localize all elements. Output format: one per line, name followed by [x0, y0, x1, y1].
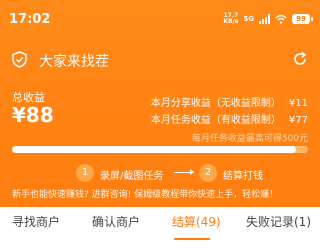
step-arrow-icon — [174, 169, 194, 175]
tab-find-merchant[interactable]: 寻找商户 — [12, 213, 60, 230]
cellular-signal-icon — [259, 14, 270, 24]
status-time: 17:02 — [9, 12, 51, 27]
total-earnings-value: ¥88 — [12, 103, 54, 127]
share-earnings-row: 本月分享收益（无收益限制） ¥11 — [151, 94, 308, 109]
network-speed-unit: KB/s — [223, 18, 239, 25]
step-1-number: 1 — [76, 164, 94, 182]
tab-confirm-merchant[interactable]: 确认商户 — [92, 213, 140, 230]
tab-bar: 寻找商户 确认商户 结算(49) 失败记录(1) — [0, 207, 320, 251]
task-earnings-value: ¥77 — [288, 115, 308, 126]
shield-check-icon — [12, 51, 27, 68]
task-earnings-row: 本月任务收益（有收益限制） ¥77 — [151, 111, 308, 126]
monthly-cap-note: 每月任务收益最高可得500元 — [191, 134, 308, 144]
header-panel: 17:02 17.7 KB/s 5G 99 大家来找茬 总收益 ¥88 本月分享… — [0, 0, 320, 207]
page-title: 大家来找茬 — [39, 54, 109, 70]
active-tab-indicator — [174, 238, 210, 240]
network-speed: 17.7 KB/s — [223, 13, 238, 25]
step-2-label: 结算打钱 — [223, 171, 263, 182]
earnings-progress-fill — [12, 146, 297, 153]
earnings-progress-bar — [12, 146, 308, 153]
share-earnings-label: 本月分享收益（无收益限制） — [150, 98, 281, 109]
battery-icon: 99 — [292, 14, 313, 24]
tab-settlement[interactable]: 结算(49) — [172, 213, 221, 230]
steps-row: 1 录屏/截图任务 2 结算打钱 — [0, 164, 320, 184]
title-row: 大家来找茬 — [12, 50, 308, 70]
promo-marquee[interactable]: 新手也能快速赚钱? 进群咨询! 保姆级教程带你快速上手，轻松赚！ — [12, 187, 278, 200]
tab-failed-records[interactable]: 失败记录(1) — [246, 213, 311, 230]
wifi-icon — [275, 14, 287, 24]
refresh-icon[interactable] — [292, 51, 308, 67]
step-2-number: 2 — [199, 164, 217, 182]
network-type: 5G — [243, 15, 254, 23]
share-earnings-value: ¥11 — [288, 98, 308, 109]
step-1-label: 录屏/截图任务 — [100, 171, 164, 182]
task-earnings-label: 本月任务收益（有收益限制） — [150, 115, 281, 126]
status-icons: 17.7 KB/s 5G 99 — [223, 10, 313, 28]
